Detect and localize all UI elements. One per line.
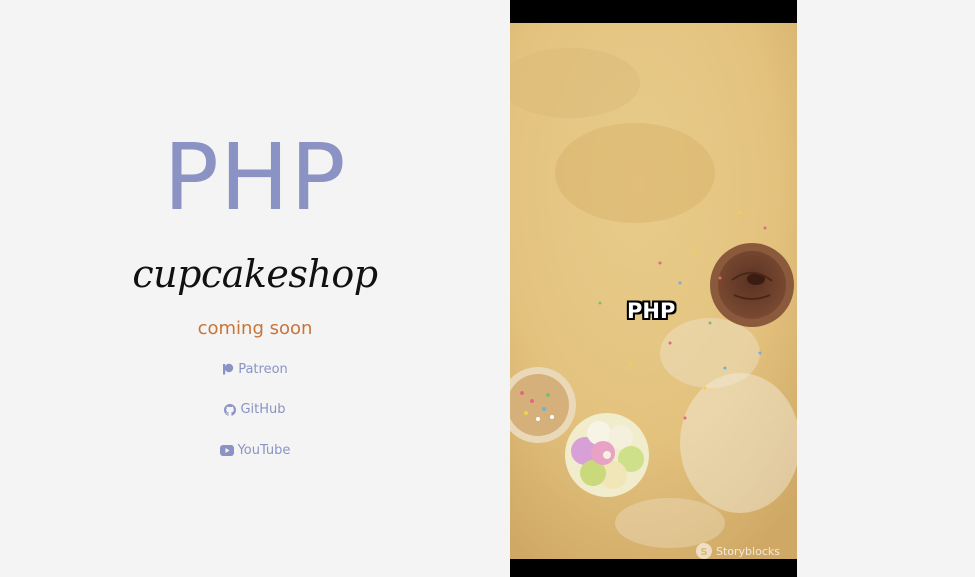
- video-frame: PHP S Storyblocks: [510, 23, 797, 559]
- patreon-link[interactable]: Patreon: [0, 358, 510, 380]
- patreon-label: Patreon: [238, 361, 288, 377]
- coming-soon-text: coming soon: [197, 318, 313, 339]
- watermark-label: Storyblocks: [716, 544, 780, 558]
- page: PHP cupcakeshop coming soon Patreon GitH…: [0, 0, 975, 577]
- github-label: GitHub: [240, 402, 286, 417]
- youtube-link[interactable]: YouTube: [0, 439, 510, 461]
- landing-panel: PHP cupcakeshop coming soon Patreon GitH…: [0, 0, 510, 577]
- github-icon: [224, 403, 237, 416]
- video-caption: PHP: [627, 299, 676, 323]
- patreon-icon: [222, 363, 234, 375]
- chocolate-cupcake: [710, 243, 794, 327]
- storyblocks-icon: S: [696, 543, 712, 559]
- youtube-label: YouTube: [237, 442, 291, 458]
- php-logo: PHP: [163, 124, 347, 231]
- storyblocks-watermark: S Storyblocks: [696, 543, 780, 559]
- youtube-icon: [219, 444, 234, 456]
- video-player[interactable]: PHP S Storyblocks: [510, 0, 797, 577]
- github-link[interactable]: GitHub: [0, 399, 510, 421]
- brand-name: cupcakeshop: [132, 252, 378, 296]
- social-links: Patreon GitHub YouTube: [0, 358, 510, 480]
- svg-text:S: S: [700, 547, 707, 558]
- floral-cupcake: [565, 413, 649, 497]
